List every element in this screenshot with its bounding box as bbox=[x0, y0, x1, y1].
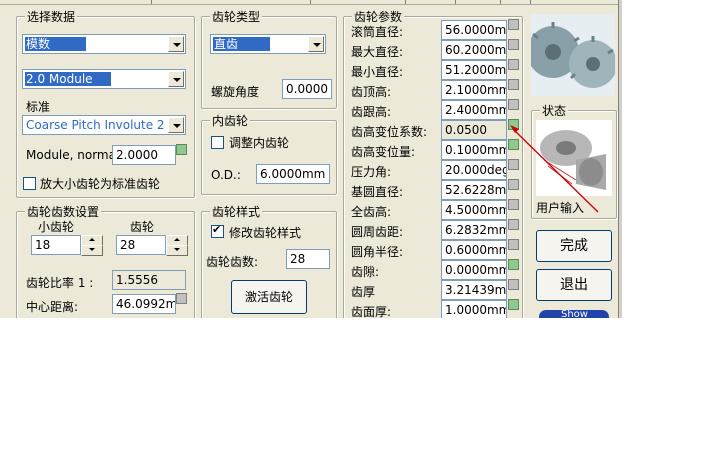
chevron-down-icon[interactable] bbox=[168, 36, 184, 52]
module-normal-label: Module, normal: bbox=[26, 148, 124, 162]
param-value-field[interactable]: 52.6228mm bbox=[441, 180, 507, 200]
param-label: 圆周齿距: bbox=[351, 225, 404, 239]
param-value-field[interactable]: 60.2000mm bbox=[441, 40, 507, 60]
param-label: 齿高变位量: bbox=[351, 145, 416, 159]
gear-label: 齿轮 bbox=[130, 220, 155, 234]
param-indicator[interactable] bbox=[508, 299, 519, 310]
adjust-internal-checkbox[interactable] bbox=[211, 136, 224, 149]
param-label: 齿隙: bbox=[351, 265, 380, 279]
chevron-down-icon[interactable] bbox=[308, 36, 324, 52]
param-label: 基圆直径: bbox=[351, 185, 404, 199]
exit-button[interactable]: 退出 bbox=[536, 269, 612, 301]
param-value-field[interactable]: 6.2832mm bbox=[441, 220, 507, 240]
modify-style-checkbox[interactable] bbox=[211, 223, 224, 238]
od-field[interactable]: 6.0000mm bbox=[256, 164, 330, 184]
show-label: Show bbox=[561, 309, 588, 318]
show-button[interactable]: Show bbox=[539, 309, 609, 318]
param-label: 齿跟高: bbox=[351, 105, 392, 119]
top-edge bbox=[0, 0, 622, 5]
param-label: 最大直径: bbox=[351, 45, 404, 59]
window-right-edge bbox=[618, 0, 622, 318]
module-value: 2.0 Module bbox=[25, 72, 111, 86]
scale-pinion-label: 放大小齿轮为标准齿轮 bbox=[40, 177, 161, 191]
standard-label: 标准 bbox=[26, 100, 51, 114]
param-indicator[interactable] bbox=[508, 99, 519, 110]
pinion-spinner[interactable] bbox=[81, 235, 103, 256]
param-label: 滚筒直径: bbox=[351, 25, 404, 39]
param-indicator[interactable] bbox=[508, 39, 519, 50]
finish-button[interactable]: 完成 bbox=[536, 230, 612, 262]
pinion-label: 小齿轮 bbox=[38, 220, 75, 234]
spur-gears-illustration bbox=[531, 22, 615, 88]
param-label: 圆角半径: bbox=[351, 245, 404, 259]
param-indicator[interactable] bbox=[508, 19, 519, 30]
internal-gear-title: 内齿轮 bbox=[210, 112, 251, 129]
adjust-internal-label: 调整内齿轮 bbox=[229, 136, 290, 150]
param-indicator[interactable] bbox=[508, 59, 519, 70]
param-label: 齿厚 bbox=[351, 285, 376, 299]
module-normal-indicator[interactable] bbox=[176, 144, 187, 155]
param-value-field[interactable]: 0.6000mm bbox=[441, 240, 507, 260]
unit-type-value: 模数 bbox=[25, 37, 86, 51]
gear-style-title: 齿轮样式 bbox=[210, 203, 263, 220]
param-value-field[interactable]: 0.0000mm bbox=[441, 260, 507, 280]
param-value-field[interactable]: 51.2000mm bbox=[441, 60, 507, 80]
standard-combo[interactable]: Coarse Pitch Involute 20 deg bbox=[22, 115, 186, 135]
param-value-field[interactable]: 2.4000mm bbox=[441, 100, 507, 120]
param-value-field[interactable]: 2.1000mm bbox=[441, 80, 507, 100]
gear-spinner[interactable] bbox=[166, 235, 188, 256]
modify-style-label: 修改齿轮样式 bbox=[229, 226, 302, 240]
gear-dialog: 选择数据 模数 2.0 Module 标准 Coarse Pitch Invol… bbox=[0, 0, 622, 318]
param-value-field[interactable]: 3.21439mm bbox=[441, 280, 507, 300]
param-label: 最小直径: bbox=[351, 65, 404, 79]
param-label: 压力角: bbox=[351, 165, 392, 179]
param-indicator[interactable] bbox=[508, 279, 519, 290]
module-normal-field[interactable]: 2.0000 bbox=[112, 145, 176, 165]
param-label: 齿高变位系数: bbox=[351, 125, 428, 139]
center-distance-indicator[interactable] bbox=[176, 293, 187, 304]
param-value-field[interactable]: 1.0000mm bbox=[441, 300, 507, 318]
standard-value: Coarse Pitch Involute 20 deg bbox=[26, 118, 164, 132]
param-label: 齿面厚: bbox=[351, 305, 392, 318]
select-data-title: 选择数据 bbox=[25, 8, 78, 25]
param-value-field[interactable]: 0.0500 bbox=[441, 120, 507, 140]
unit-type-combo[interactable]: 模数 bbox=[22, 34, 186, 54]
ratio-label: 齿轮比率 1 : bbox=[26, 276, 94, 290]
param-label: 齿顶高: bbox=[351, 85, 392, 99]
param-indicator[interactable] bbox=[508, 219, 519, 230]
param-value-field[interactable]: 56.0000mm bbox=[441, 20, 507, 40]
scale-pinion-checkbox[interactable] bbox=[23, 177, 36, 190]
helix-angle-label: 螺旋角度 bbox=[211, 85, 260, 99]
param-value-field[interactable]: 20.000deg bbox=[441, 160, 507, 180]
gear-type-title: 齿轮类型 bbox=[210, 8, 263, 25]
activate-gear-button[interactable]: 激活齿轮 bbox=[231, 280, 307, 314]
ratio-field: 1.5556 bbox=[112, 270, 186, 290]
param-indicator[interactable] bbox=[508, 79, 519, 90]
helix-angle-field[interactable]: 0.0000 bbox=[282, 79, 332, 99]
gear-type-value: 直齿 bbox=[213, 37, 270, 51]
style-teeth-field[interactable]: 28 bbox=[286, 249, 330, 269]
style-teeth-label: 齿轮齿数: bbox=[206, 255, 259, 269]
module-combo[interactable]: 2.0 Module bbox=[22, 69, 186, 89]
param-indicator[interactable] bbox=[508, 239, 519, 250]
chevron-down-icon[interactable] bbox=[168, 71, 184, 87]
param-value-field[interactable]: 0.1000mm bbox=[441, 140, 507, 160]
chevron-down-icon[interactable] bbox=[168, 117, 184, 133]
center-distance-label: 中心距离: bbox=[26, 300, 79, 314]
pinion-teeth-field[interactable]: 18 bbox=[31, 235, 81, 255]
center-distance-field[interactable]: 46.0992mm bbox=[112, 294, 176, 314]
gear-preview-image bbox=[531, 14, 615, 96]
status-title: 状态 bbox=[540, 102, 569, 119]
od-label: O.D.: bbox=[211, 168, 241, 182]
param-indicator[interactable] bbox=[508, 259, 519, 270]
annotation-arrow bbox=[510, 125, 599, 213]
param-value-field[interactable]: 4.5000mm bbox=[441, 200, 507, 220]
gear-type-combo[interactable]: 直齿 bbox=[210, 34, 326, 54]
gear-teeth-field[interactable]: 28 bbox=[116, 235, 166, 255]
param-label: 全齿高: bbox=[351, 205, 392, 219]
